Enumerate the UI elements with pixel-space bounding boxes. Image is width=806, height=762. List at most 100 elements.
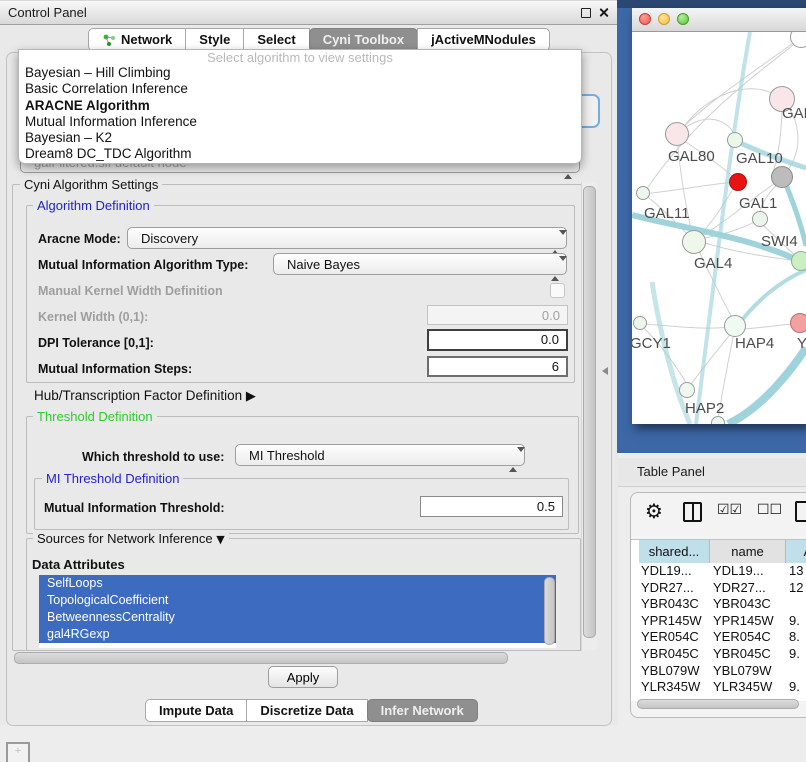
network-node[interactable] [724, 315, 746, 337]
tab-label: Network [121, 29, 172, 50]
network-node-label: GAL [782, 105, 806, 122]
network-node[interactable] [790, 313, 806, 333]
table-cell: YBR043C [641, 596, 699, 613]
table-horizontal-scrollbar[interactable] [637, 699, 799, 709]
split-columns-icon[interactable] [683, 502, 702, 522]
network-icon [102, 33, 116, 47]
table-cell: YER054C [713, 629, 771, 646]
tab-label: Cyni Toolbox [323, 29, 404, 50]
attributes-list-scrollbar[interactable] [544, 577, 555, 645]
table-row[interactable]: YPR145WYPR145W9. [631, 613, 806, 630]
mi-threshold-label: Mutual Information Threshold: [44, 501, 225, 515]
tab-discretize-data[interactable]: Discretize Data [246, 699, 367, 722]
hub-factor-expander[interactable]: Hub/Transcription Factor Definition ▶ [34, 388, 256, 404]
network-node[interactable] [711, 416, 725, 424]
application-window: Control Panel Network Style Select Cyni Too… [0, 0, 806, 762]
algorithm-definition-legend: Algorithm Definition [33, 199, 154, 213]
deselect-all-checkboxes-icon[interactable]: ☐☐ [757, 502, 782, 518]
control-panel-title: Control Panel [8, 1, 87, 24]
aracne-mode-select[interactable]: Discovery [127, 227, 567, 249]
network-node[interactable] [636, 186, 650, 200]
table-cell: 8. [789, 629, 800, 646]
manual-kernel-width-checkbox[interactable] [550, 283, 565, 298]
network-node[interactable] [682, 230, 706, 254]
control-panel-tabbar: Network Style Select Cyni Toolbox jActiveMNo… [88, 28, 550, 51]
table-row[interactable]: YDR27...YDR27...12 [631, 580, 806, 597]
mi-threshold-field[interactable]: 0.5 [420, 496, 563, 517]
apply-button[interactable]: Apply [268, 666, 338, 688]
algorithm-option[interactable]: Basic Correlation Inference [19, 81, 581, 97]
tab-cyni-toolbox[interactable]: Cyni Toolbox [309, 28, 418, 51]
table-column-header[interactable]: name [710, 540, 786, 563]
table-cell: YBL079W [641, 663, 700, 680]
tab-jactivemnodules[interactable]: jActiveMNodules [417, 28, 550, 51]
algorithm-option[interactable]: Bayesian – Hill Climbing [19, 65, 581, 81]
float-window-icon[interactable] [581, 8, 591, 18]
algorithm-option[interactable]: Dream8 DC_TDC Algorithm [19, 146, 581, 162]
tab-infer-network[interactable]: Infer Network [367, 699, 478, 722]
panel-toggle-button[interactable]: + [6, 742, 30, 762]
mi-algorithm-type-label: Mutual Information Algorithm Type: [38, 258, 248, 272]
network-canvas[interactable]: GALGAL80GAL10GAL11GAL1SWI4GAL4GCY1HAP4YH… [632, 32, 806, 424]
close-icon[interactable] [598, 7, 609, 18]
table-row[interactable]: YBL079WYBL079W [631, 663, 806, 680]
table-row[interactable]: YBR043CYBR043C [631, 596, 806, 613]
tab-select[interactable]: Select [243, 28, 309, 51]
table-cell: 12 [789, 580, 803, 597]
network-node[interactable] [633, 316, 647, 330]
algorithm-option[interactable]: Bayesian – K2 [19, 130, 581, 146]
network-node[interactable] [679, 382, 695, 398]
network-node-label: SWI4 [761, 233, 798, 250]
settings-horizontal-scrollbar-thumb[interactable] [14, 652, 508, 664]
table-column-header[interactable]: shared... [639, 540, 710, 563]
table-row[interactable]: YLR345WYLR345W9. [631, 679, 806, 696]
table-cell: 9. [789, 613, 800, 630]
mi-algorithm-type-select[interactable]: Naive Bayes [273, 253, 567, 275]
algorithm-option[interactable]: ARACNE Algorithm [19, 98, 581, 114]
aracne-mode-value: Discovery [141, 231, 198, 246]
tab-label: Style [199, 29, 230, 50]
table-cell: YBR045C [713, 646, 771, 663]
mi-steps-field[interactable]: 6 [427, 356, 568, 377]
settings-vertical-scrollbar-thumb[interactable] [583, 186, 596, 638]
tab-label: Impute Data [159, 700, 233, 721]
algorithm-dropdown-popup: Select algorithm to view settingsBayesia… [18, 49, 582, 164]
table-cell: YDL19... [641, 563, 692, 580]
attribute-list-item[interactable]: TopologicalCoefficient [39, 592, 556, 609]
network-node-label: GAL10 [736, 150, 783, 167]
table-row[interactable]: YDL19...YDL19...13 [631, 563, 806, 580]
dpi-tolerance-field[interactable]: 0.0 [427, 329, 568, 351]
table-row[interactable]: YBR045CYBR045C9. [631, 646, 806, 663]
network-node[interactable] [729, 173, 747, 191]
tab-style[interactable]: Style [185, 28, 244, 51]
table-cell: 9. [789, 646, 800, 663]
network-node[interactable] [665, 122, 689, 146]
which-threshold-select[interactable]: MI Threshold [235, 444, 525, 466]
minimize-traffic-light[interactable] [658, 13, 670, 25]
tab-label: Infer Network [381, 700, 464, 721]
network-node[interactable] [771, 166, 793, 188]
network-node-label: GAL4 [694, 255, 732, 272]
maximize-traffic-light[interactable] [677, 13, 689, 25]
tab-network[interactable]: Network [88, 28, 186, 51]
tab-label: Select [257, 29, 295, 50]
table-column-header[interactable]: A [786, 540, 806, 563]
table-row[interactable]: YER054CYER054C8. [631, 629, 806, 646]
algorithm-option[interactable]: Mutual Information Inference [19, 114, 581, 130]
gear-icon[interactable]: ⚙ [645, 501, 663, 521]
sources-legend[interactable]: Sources for Network Inference ▼ [33, 532, 229, 547]
network-node[interactable] [727, 132, 743, 148]
table-cell: YDL19... [713, 563, 764, 580]
attribute-list-item[interactable]: BetweennessCentrality [39, 609, 556, 626]
data-attributes-list[interactable]: SelfLoopsTopologicalCoefficientBetweenne… [39, 575, 556, 648]
attribute-list-item[interactable]: gal4RGexp [39, 626, 556, 643]
network-node[interactable] [752, 211, 768, 227]
close-traffic-light[interactable] [639, 13, 651, 25]
panel-splitter-handle[interactable] [602, 367, 608, 375]
export-table-icon[interactable] [795, 501, 806, 522]
attribute-list-item[interactable]: SelfLoops [39, 575, 556, 592]
combo-stepper-icon [509, 449, 518, 471]
select-all-checkboxes-icon[interactable]: ☑☑ [717, 502, 742, 518]
tab-impute-data[interactable]: Impute Data [145, 699, 247, 722]
network-node[interactable] [791, 251, 806, 271]
